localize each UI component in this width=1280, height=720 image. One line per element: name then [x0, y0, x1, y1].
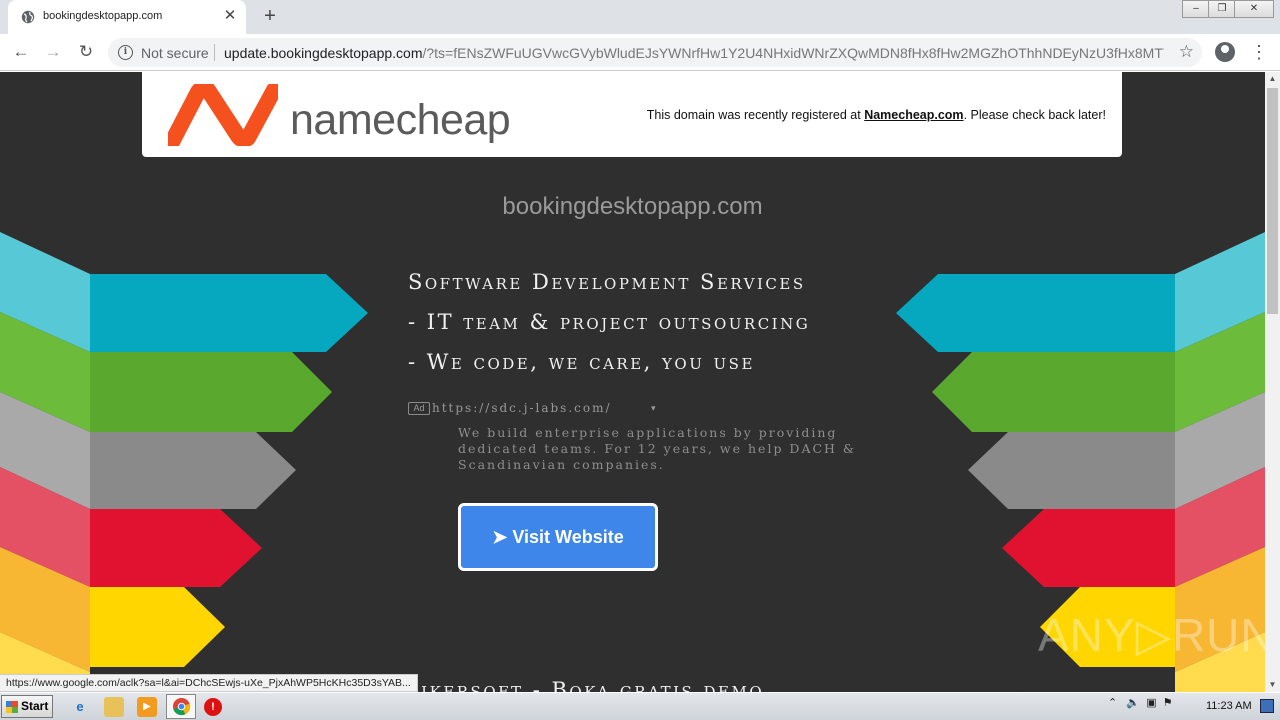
- namecheap-logo-text: namecheap: [290, 96, 511, 144]
- chrome-icon: [172, 697, 191, 716]
- tray-expand-icon[interactable]: ⌃: [1108, 697, 1117, 709]
- next-ad-headline[interactable]: Strikersoft - Boka gratis demo: [378, 678, 764, 692]
- ad-headline-2[interactable]: - IT team & project outsourcing: [408, 310, 810, 334]
- globe-icon: [21, 10, 35, 24]
- info-icon[interactable]: i: [118, 45, 133, 60]
- page-viewport: namecheap This domain was recently regis…: [0, 72, 1265, 692]
- namecheap-link[interactable]: Namecheap.com: [864, 108, 963, 122]
- tab-title: bookingdesktopapp.com: [43, 10, 163, 22]
- media-player-icon[interactable]: ▶: [137, 697, 157, 717]
- reload-icon[interactable]: ↻: [74, 40, 98, 64]
- namecheap-logo-icon[interactable]: [168, 84, 278, 146]
- scrollbar-thumb[interactable]: [1267, 88, 1278, 314]
- address-bar[interactable]: i Not secure update.bookingdesktopapp.co…: [108, 38, 1202, 67]
- url-path: /?ts=fENsZWFuUGVwcGVybWludEJsYWNrfHw1Y2U…: [422, 45, 1164, 61]
- status-url-bar: https://www.google.com/aclk?sa=l&ai=DChc…: [0, 674, 418, 692]
- restore-button[interactable]: ❐: [1208, 0, 1236, 18]
- window-close-button[interactable]: ✕: [1234, 0, 1274, 18]
- windows-logo-icon: [6, 701, 18, 713]
- profile-icon[interactable]: [1215, 42, 1235, 62]
- windows-taskbar: Start e ▶ ! ⌃ 🔈 ▣ ⚑ 11:23 AM: [0, 692, 1280, 720]
- network-icon[interactable]: ▣: [1146, 697, 1156, 709]
- ad-description: We build enterprise applications by prov…: [458, 425, 857, 472]
- ad-options-chevron-icon[interactable]: ▾: [651, 403, 656, 414]
- decorative-arrows: [0, 232, 1265, 692]
- ad-url-link[interactable]: https://sdc.j-labs.com/: [432, 401, 612, 415]
- browser-tab[interactable]: bookingdesktopapp.com ✕: [8, 0, 246, 34]
- ad-headline-1[interactable]: Software Development Services: [408, 270, 806, 294]
- tab-strip: bookingdesktopapp.com ✕ + – ❐ ✕: [0, 0, 1280, 34]
- scroll-up-arrow-icon[interactable]: ▲: [1265, 72, 1280, 86]
- start-label: Start: [21, 699, 49, 713]
- forward-arrow-icon[interactable]: →: [41, 40, 65, 64]
- tab-close-icon[interactable]: ✕: [222, 7, 238, 25]
- visit-website-button[interactable]: ➤ Visit Website: [458, 503, 658, 571]
- start-button[interactable]: Start: [1, 695, 53, 718]
- scroll-down-arrow-icon[interactable]: ▼: [1265, 678, 1280, 692]
- divider: [214, 44, 215, 61]
- folder-icon[interactable]: [104, 697, 124, 717]
- ad-badge: Ad: [408, 402, 430, 415]
- volume-icon[interactable]: 🔈: [1126, 697, 1140, 709]
- registration-message: This domain was recently registered at N…: [647, 108, 1106, 122]
- domain-title: bookingdesktopapp.com: [502, 193, 763, 220]
- action-center-flag-icon[interactable]: ⚑: [1163, 697, 1173, 709]
- new-tab-button[interactable]: +: [258, 4, 282, 28]
- bookmark-star-icon[interactable]: ☆: [1179, 42, 1194, 62]
- message-prefix: This domain was recently registered at: [646, 108, 865, 122]
- ad-headline-3[interactable]: - We code, we care, you use: [408, 350, 755, 374]
- not-secure-label[interactable]: Not secure: [141, 45, 209, 61]
- url-host: update.bookingdesktopapp.com: [224, 45, 423, 61]
- browser-toolbar: ← → ↻ i Not secure update.bookingdesktop…: [0, 34, 1280, 71]
- back-arrow-icon[interactable]: ←: [9, 40, 33, 64]
- url-text[interactable]: update.bookingdesktopapp.com/?ts=fENsZWF…: [224, 45, 1164, 61]
- show-desktop-icon[interactable]: [1260, 699, 1274, 713]
- chrome-taskbar-button[interactable]: [166, 694, 196, 719]
- taskbar-clock[interactable]: 11:23 AM: [1206, 700, 1252, 712]
- minimize-button[interactable]: –: [1182, 0, 1210, 18]
- menu-icon[interactable]: ⋮: [1250, 40, 1268, 64]
- message-suffix: . Please check back later!: [963, 108, 1106, 122]
- namecheap-banner: namecheap This domain was recently regis…: [142, 72, 1122, 157]
- system-tray: ⌃ 🔈 ▣ ⚑: [1108, 696, 1173, 709]
- opera-icon[interactable]: !: [204, 698, 222, 716]
- anyrun-watermark: ANY▷RUN: [1038, 609, 1265, 661]
- vertical-scrollbar[interactable]: ▲ ▼: [1265, 72, 1280, 692]
- internet-explorer-icon[interactable]: e: [70, 697, 90, 717]
